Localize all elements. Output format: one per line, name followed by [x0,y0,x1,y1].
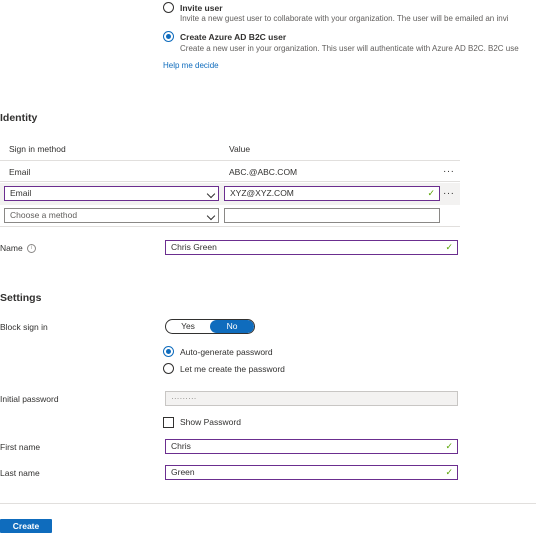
sign-in-method-selected: Email [10,188,32,198]
last-name-label: Last name [0,468,40,478]
sign-in-value-input[interactable]: XYZ@XYZ.COM ✓ [224,186,440,201]
help-me-decide-link[interactable]: Help me decide [163,61,219,70]
footer-divider [0,503,536,504]
block-sign-in-label: Block sign in [0,322,48,332]
block-sign-in-toggle[interactable]: Yes No [165,319,255,334]
checkmark-icon: ✓ [445,441,453,451]
checkmark-icon: ✓ [445,242,453,252]
create-button[interactable]: Create [0,519,52,533]
identity-header-divider [0,160,460,161]
initial-password-value: ········· [171,393,197,403]
sign-in-method-dropdown[interactable]: Email [4,186,219,201]
identity-row-divider [0,181,460,182]
info-icon[interactable]: i [27,244,36,253]
create-b2c-user-radio[interactable] [163,31,174,42]
new-sign-in-method-dropdown[interactable]: Choose a method [4,208,219,223]
initial-password-input: ········· [165,391,458,406]
last-name-input[interactable]: Green ✓ [165,465,458,480]
show-password-label: Show Password [180,417,241,427]
chevron-down-icon [206,189,216,199]
identity-row-method: Email [9,167,31,177]
first-name-value: Chris [171,441,191,451]
first-name-label: First name [0,442,41,452]
identity-heading: Identity [0,112,38,124]
create-b2c-user-title: Create Azure AD B2C user [180,32,287,42]
auto-generate-password-label: Auto-generate password [180,347,273,357]
identity-row-value: ABC.@ABC.COM [229,167,298,177]
new-sign-in-method-placeholder: Choose a method [10,210,78,220]
sign-in-method-column-header: Sign in method [9,144,66,154]
last-name-value: Green [171,467,195,477]
identity-table-bottom-divider [0,226,460,227]
create-b2c-user-description: Create a new user in your organization. … [180,44,519,53]
initial-password-label: Initial password [0,394,59,404]
first-name-input[interactable]: Chris ✓ [165,439,458,454]
checkmark-icon: ✓ [445,467,453,477]
block-sign-in-no[interactable]: No [210,320,254,333]
block-sign-in-yes[interactable]: Yes [166,320,210,333]
invite-user-radio[interactable] [163,2,174,13]
name-label: Name [0,243,23,253]
chevron-down-icon [206,211,216,221]
invite-user-description: Invite a new guest user to collaborate w… [180,14,509,23]
create-password-radio[interactable] [163,363,174,374]
sign-in-value-text: XYZ@XYZ.COM [230,188,294,198]
auto-generate-password-radio[interactable] [163,346,174,357]
name-input[interactable]: Chris Green ✓ [165,240,458,255]
new-sign-in-value-input[interactable] [224,208,440,223]
checkmark-icon: ✓ [427,188,435,198]
identity-edit-row-more-icon[interactable]: ··· [443,189,455,199]
name-value: Chris Green [171,242,217,252]
show-password-checkbox[interactable] [163,417,174,428]
settings-heading: Settings [0,292,42,304]
identity-row-more-icon[interactable]: ··· [443,167,455,177]
value-column-header: Value [229,144,251,154]
create-password-label: Let me create the password [180,364,285,374]
invite-user-title: Invite user [180,3,223,13]
